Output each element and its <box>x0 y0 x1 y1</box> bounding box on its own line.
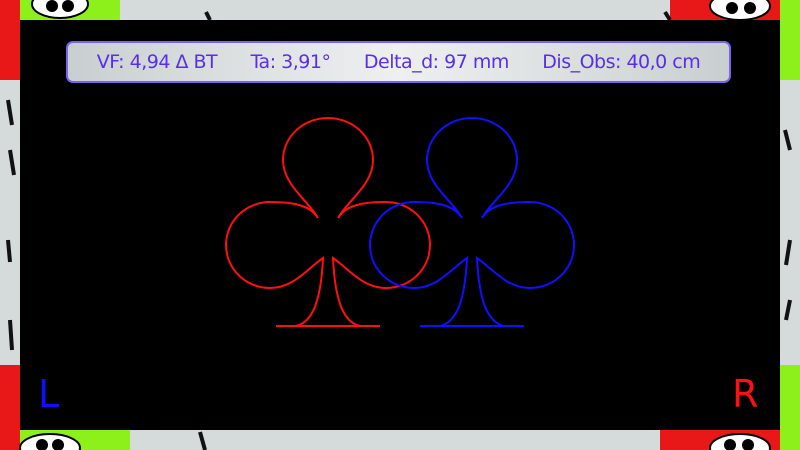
stereo-clubs <box>225 117 575 327</box>
blue-club-shape <box>369 117 575 327</box>
right-eye-label: R <box>732 372 759 416</box>
left-eye-label: L <box>38 372 60 416</box>
red-club-shape <box>225 117 431 327</box>
